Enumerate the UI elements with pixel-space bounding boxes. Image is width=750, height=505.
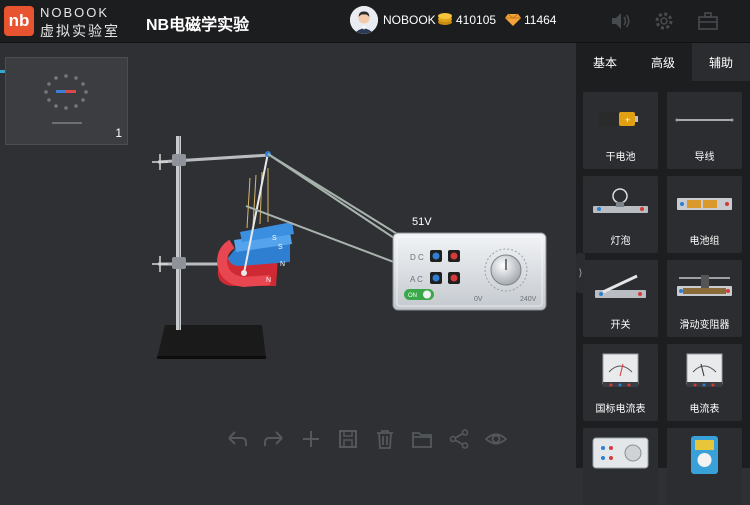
user-name[interactable]: NOBOOK (383, 13, 436, 27)
terminal-lower[interactable] (241, 270, 247, 276)
gem-icon (505, 13, 521, 26)
ac-label: A C (410, 275, 423, 284)
logo-mark: nb (8, 11, 30, 30)
component-label: 干电池 (605, 152, 636, 163)
component-label: 电流表 (689, 404, 720, 415)
power-supply-icon (592, 437, 649, 469)
view-icon[interactable] (484, 428, 508, 450)
component-switch[interactable]: 开关 (583, 260, 658, 337)
panel-tabs: 基本 高级 辅助 (576, 43, 750, 81)
experiment-canvas[interactable]: S N S N D C A C 0V 240V ON (0, 43, 576, 428)
top-bar: nb NOBOOK 虚拟实验室 NB电磁学实验 NOBOOK 410105 11… (0, 0, 750, 43)
ac-terminal-1[interactable] (432, 274, 440, 282)
battery-icon: + (599, 112, 638, 126)
nobook-logo: nb (4, 6, 34, 36)
component-label: 国标电流表 (595, 404, 646, 415)
voltage-reading: 51V (412, 216, 432, 228)
toolbox-icon[interactable] (696, 9, 720, 33)
lower-clamp[interactable] (152, 256, 222, 272)
svg-text:N: N (266, 277, 271, 284)
component-label: 滑动变阻器 (679, 320, 730, 331)
settings-icon[interactable] (652, 9, 676, 33)
add-icon[interactable] (299, 428, 323, 450)
ammeter-icon (686, 353, 723, 387)
save-icon[interactable] (336, 428, 360, 450)
meter-icon (691, 436, 718, 474)
component-battery-pack[interactable]: 电池组 (667, 176, 742, 253)
logo-subtitle: 虚拟实验室 (40, 23, 120, 39)
wire-icon (675, 118, 734, 122)
svg-text:+: + (625, 115, 630, 125)
component-ammeter-gb[interactable]: 国标电流表 (583, 344, 658, 421)
logo-text: NOBOOK (40, 5, 110, 20)
user-avatar[interactable] (350, 6, 378, 34)
panel-collapse-handle[interactable]: ⟩ (576, 253, 585, 293)
power-switch-label: ON (408, 293, 417, 299)
delete-icon[interactable] (373, 428, 397, 450)
tab-advanced[interactable]: 高级 (634, 43, 692, 81)
rheostat-icon (677, 275, 732, 296)
bulb-icon (593, 188, 648, 213)
switch-icon (595, 274, 646, 298)
component-battery[interactable]: + 干电池 (583, 92, 658, 169)
tab-auxiliary[interactable]: 辅助 (692, 43, 750, 81)
coin-count: 410105 (456, 13, 497, 27)
power-supply[interactable]: D C A C 0V 240V ON (392, 232, 547, 311)
undo-icon[interactable] (225, 428, 249, 450)
component-label: 导线 (694, 152, 715, 163)
component-label: 开关 (610, 320, 631, 331)
component-label: 电池组 (689, 236, 720, 247)
component-panel: 基本 高级 辅助 + 干电池 导线 灯泡 电池组 开关 滑动变阻器 国标电流表 … (576, 43, 750, 505)
component-bulb[interactable]: 灯泡 (583, 176, 658, 253)
volume-icon[interactable] (609, 9, 633, 33)
bottom-toolbar (225, 428, 515, 450)
component-rheostat[interactable]: 滑动变阻器 (667, 260, 742, 337)
component-label: 灯泡 (610, 236, 631, 247)
coin-icon (438, 13, 452, 25)
svg-text:S: S (278, 244, 283, 251)
voltage-min-label: 0V (474, 296, 483, 303)
voltage-max-label: 240V (520, 296, 537, 303)
dc-positive-terminal[interactable] (450, 252, 458, 260)
dc-negative-terminal[interactable] (432, 252, 440, 260)
component-ammeter[interactable]: 电流表 (667, 344, 742, 421)
suspension-wires (246, 168, 269, 229)
component-wire[interactable]: 导线 (667, 92, 742, 169)
tab-basic[interactable]: 基本 (576, 43, 634, 81)
gem-count: 11464 (524, 13, 557, 27)
ammeter-gb-icon (602, 353, 639, 387)
svg-text:S: S (272, 235, 277, 242)
upper-clamp[interactable] (152, 153, 271, 170)
svg-text:N: N (280, 261, 285, 268)
dc-label: D C (410, 253, 424, 262)
app-title: NB电磁学实验 (146, 17, 250, 34)
share-icon[interactable] (447, 428, 471, 450)
folder-icon[interactable] (410, 428, 434, 450)
component-power-supply[interactable] (583, 428, 658, 505)
battery-pack-icon (677, 198, 732, 210)
horseshoe-magnet[interactable]: S N S N (216, 222, 294, 288)
ac-terminal-2[interactable] (450, 274, 458, 282)
redo-icon[interactable] (262, 428, 286, 450)
component-meter[interactable] (667, 428, 742, 505)
